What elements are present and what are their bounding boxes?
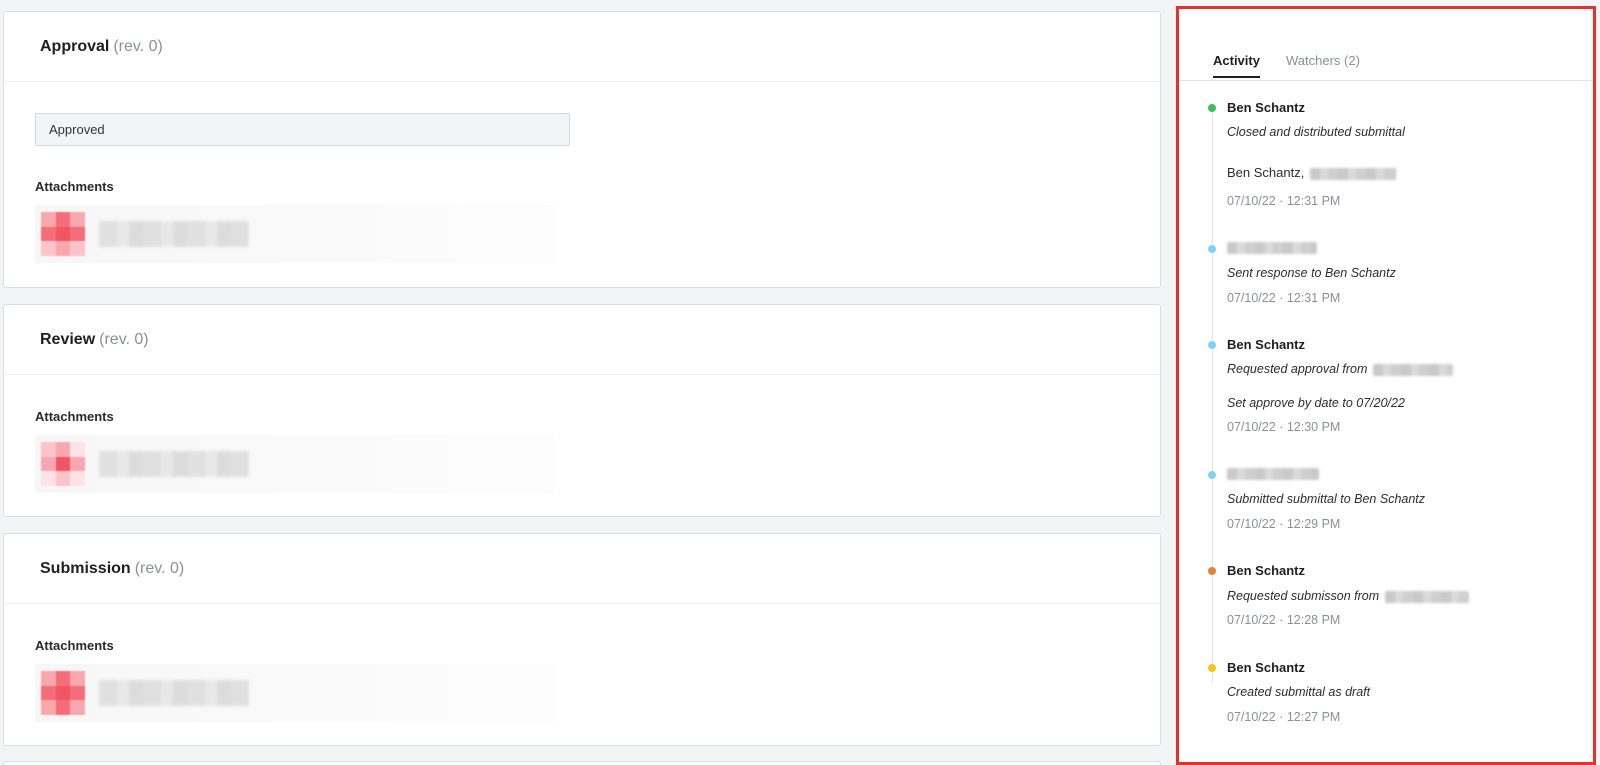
event-status-dot [1208,341,1216,349]
event-author: Ben Schantz [1227,100,1306,115]
event-timestamp: 07/10/22 · 12:29 PM [1227,517,1340,531]
approval-card: Approval (rev. 0) Approved Attachments [3,11,1161,288]
event-distribution: Ben Schantz, [1227,165,1396,180]
event-author: Ben Schantz [1227,337,1306,352]
event-time: 12:31 PM [1286,194,1341,208]
event-separator: · [1279,710,1284,724]
event-time: 12:29 PM [1286,517,1341,531]
review-header: Review (rev. 0) [4,305,1160,375]
review-revision: (rev. 0) [99,330,149,348]
pdf-file-icon [41,442,85,486]
event-description: Requested approval from [1227,362,1453,376]
submission-attachments-label: Attachments [35,638,114,653]
event-status-dot [1208,567,1216,575]
activity-tabs: Activity Watchers (2) [1179,43,1593,81]
event-description: Submitted submittal to Ben Schantz [1227,492,1426,506]
event-date: 07/10/22 [1227,517,1276,531]
event-timestamp: 07/10/22 · 12:31 PM [1227,194,1340,208]
event-separator: · [1279,613,1284,627]
event-timestamp: 07/10/22 · 12:27 PM [1227,710,1340,724]
event-separator: · [1279,420,1284,434]
submission-title: Submission [40,559,131,577]
redacted-name [1227,241,1317,254]
event-time: 12:30 PM [1286,420,1341,434]
event-time: 12:31 PM [1286,291,1341,305]
event-date: 07/10/22 [1227,710,1276,724]
attachment-filename-redacted [99,680,249,706]
event-author [1227,239,1317,254]
event-date: 07/10/22 [1227,613,1276,627]
review-card: Review (rev. 0) Attachments [3,304,1161,517]
event-time: 12:27 PM [1286,710,1341,724]
event-separator: · [1279,194,1284,208]
approval-attachments-label: Attachments [35,179,114,194]
event-timestamp: 07/10/22 · 12:30 PM [1227,420,1340,434]
approval-attachment-item[interactable] [35,205,555,263]
tab-watchers[interactable]: Watchers (2) [1286,53,1360,76]
approval-status-value: Approved [49,122,105,137]
redacted-name [1227,467,1319,480]
event-description-text: Requested approval from [1227,362,1368,376]
tab-activity[interactable]: Activity [1213,53,1260,78]
next-card-edge [3,761,1161,765]
approval-title: Approval [40,37,110,55]
event-timestamp: 07/10/22 · 12:31 PM [1227,291,1340,305]
submission-card: Submission (rev. 0) Attachments [3,533,1161,746]
timeline-line [1212,113,1213,683]
approval-revision: (rev. 0) [113,37,163,55]
event-date: 07/10/22 [1227,291,1276,305]
event-description: Closed and distributed submittal [1227,125,1405,139]
submission-header: Submission (rev. 0) [4,534,1160,604]
event-description: Created submittal as draft [1227,685,1371,699]
approval-status-field[interactable]: Approved [35,113,570,146]
event-author: Ben Schantz [1227,660,1306,675]
event-description: Sent response to Ben Schantz [1227,266,1396,280]
review-attachments-label: Attachments [35,409,114,424]
redacted-name [1372,363,1453,376]
event-timestamp: 07/10/22 · 12:28 PM [1227,613,1340,627]
event-date: 07/10/22 [1227,194,1276,208]
event-status-dot [1208,245,1216,253]
attachment-filename-redacted [99,221,249,247]
event-description: Requested submisson from [1227,589,1469,603]
review-attachment-item[interactable] [35,435,555,493]
activity-panel: Activity Watchers (2) Ben Schantz Closed… [1176,6,1596,765]
submission-attachment-item[interactable] [35,664,555,722]
event-separator: · [1279,517,1284,531]
event-status-dot [1208,664,1216,672]
event-date: 07/10/22 [1227,420,1276,434]
redacted-name [1384,590,1469,603]
event-author: Ben Schantz [1227,563,1306,578]
submission-revision: (rev. 0) [134,559,185,577]
review-title: Review [40,330,96,348]
event-status-dot [1208,104,1216,112]
event-extra: Set approve by date to 07/20/22 [1227,396,1405,410]
event-time: 12:28 PM [1286,613,1341,627]
pdf-file-icon [41,671,85,715]
pdf-file-icon [41,212,85,256]
event-separator: · [1279,291,1284,305]
approval-header: Approval (rev. 0) [4,12,1160,82]
event-status-dot [1208,471,1216,479]
event-distribution-prefix: Ben Schantz, [1227,165,1305,180]
attachment-filename-redacted [99,451,249,477]
event-description-text: Requested submisson from [1227,589,1380,603]
redacted-name [1309,167,1396,180]
event-author [1227,465,1319,480]
